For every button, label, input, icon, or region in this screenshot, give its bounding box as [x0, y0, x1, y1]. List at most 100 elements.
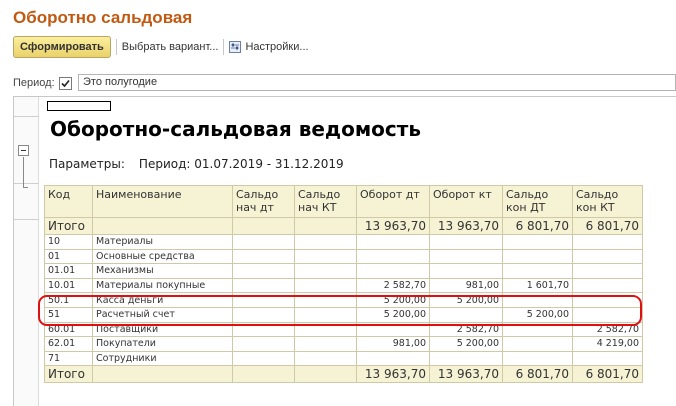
table-cell[interactable]	[232, 336, 295, 352]
table-cell[interactable]: 6 801,70	[572, 217, 643, 235]
table-cell[interactable]: 13 963,70	[356, 365, 430, 384]
column-header: Сальдо нач КТ	[294, 185, 357, 218]
table-cell[interactable]: 13 963,70	[356, 217, 430, 235]
table-cell[interactable]: 13 963,70	[429, 365, 503, 384]
gutter-divider	[14, 219, 39, 220]
table-cell[interactable]	[572, 350, 643, 367]
report-gutter	[14, 97, 39, 406]
table-cell[interactable]	[294, 217, 357, 235]
params-value: Период: 01.07.2019 - 31.12.2019	[138, 157, 344, 171]
table-cell[interactable]: 10.01	[44, 277, 93, 294]
table-cell[interactable]: 5 200,00	[429, 336, 503, 352]
group-line-end	[23, 187, 28, 188]
table-cell[interactable]	[92, 217, 233, 235]
table-cell[interactable]	[232, 277, 295, 294]
collapse-group-button[interactable]	[18, 145, 29, 156]
generate-button[interactable]: Сформировать	[13, 36, 111, 58]
group-line	[23, 157, 24, 187]
table-cell[interactable]: 6 801,70	[502, 217, 573, 235]
settings-button[interactable]: Настройки...	[229, 41, 309, 53]
table-cell[interactable]	[356, 234, 430, 250]
table-cell[interactable]: 1 601,70	[502, 277, 573, 294]
table-cell[interactable]: 10	[44, 234, 93, 250]
table-cell[interactable]: 2 582,70	[356, 277, 430, 294]
table-cell[interactable]	[232, 263, 295, 279]
active-cell-marker	[47, 101, 111, 111]
table-cell[interactable]	[429, 248, 503, 265]
table-cell[interactable]: 01.01	[44, 263, 93, 279]
table-cell[interactable]	[294, 234, 357, 250]
table-cell[interactable]: 71	[44, 350, 93, 367]
table-row: 10.01 Материалы покупные 2 582,70 981,00 1 6…	[44, 277, 643, 294]
table-cell[interactable]: 981,00	[429, 277, 503, 294]
table-cell[interactable]: 981,00	[356, 336, 430, 352]
toolbar-separator	[223, 39, 225, 55]
total-row: Итого 13 963,70 13 963,70 6 801,70 6 801,70	[44, 365, 643, 384]
table-cell[interactable]	[572, 277, 643, 294]
table-cell[interactable]	[232, 248, 295, 265]
table-cell[interactable]	[502, 263, 573, 279]
gutter-divider	[14, 183, 39, 184]
table-cell[interactable]	[356, 248, 430, 265]
report-table: Код Наименование Сальдо нач дт Сальдо на…	[44, 185, 643, 384]
table-cell[interactable]: Механизмы	[92, 263, 233, 279]
table-cell[interactable]	[429, 234, 503, 250]
report-document[interactable]: Оборотно-сальдовая ведомость Параметры: П…	[13, 96, 676, 406]
period-checkbox[interactable]	[58, 76, 72, 90]
table-row: 10 Материалы	[44, 234, 643, 250]
table-cell[interactable]	[294, 263, 357, 279]
table-header-row: Код Наименование Сальдо нач дт Сальдо на…	[44, 185, 643, 218]
table-cell[interactable]	[502, 336, 573, 352]
column-header: Оборот кт	[429, 185, 503, 218]
table-cell[interactable]	[294, 365, 357, 384]
table-cell[interactable]: 6 801,70	[502, 365, 573, 384]
table-cell[interactable]	[502, 234, 573, 250]
table-cell[interactable]	[294, 248, 357, 265]
column-header: Сальдо кон ДТ	[502, 185, 573, 218]
table-cell[interactable]: 01	[44, 248, 93, 265]
table-cell[interactable]	[572, 263, 643, 279]
total-row: Итого 13 963,70 13 963,70 6 801,70 6 801,70	[44, 217, 643, 235]
table-cell[interactable]	[232, 365, 295, 384]
table-cell[interactable]	[429, 350, 503, 367]
period-label: Период:	[13, 77, 55, 89]
column-header: Код	[44, 185, 93, 218]
table-cell[interactable]	[502, 350, 573, 367]
table-cell[interactable]	[294, 336, 357, 352]
table-cell[interactable]	[502, 248, 573, 265]
window-title: Оборотно сальдовая	[13, 8, 193, 27]
table-cell[interactable]: Покупатели	[92, 336, 233, 352]
table-cell[interactable]	[572, 248, 643, 265]
table-cell[interactable]: Итого	[44, 217, 93, 235]
column-header: Оборот дт	[356, 185, 430, 218]
table-cell[interactable]	[232, 350, 295, 367]
table-cell[interactable]	[92, 365, 233, 384]
table-cell[interactable]: 13 963,70	[429, 217, 503, 235]
table-cell[interactable]: Сотрудники	[92, 350, 233, 367]
table-cell[interactable]	[294, 277, 357, 294]
toolbar: Сформировать Выбрать вариант... Настройк…	[13, 36, 309, 58]
table-cell[interactable]	[429, 263, 503, 279]
table-cell[interactable]: Итого	[44, 365, 93, 384]
table-cell[interactable]: 62.01	[44, 336, 93, 352]
table-cell[interactable]	[232, 234, 295, 250]
table-cell[interactable]	[356, 350, 430, 367]
report-title: Оборотно-сальдовая ведомость	[50, 117, 422, 141]
settings-icon	[229, 41, 242, 53]
table-cell[interactable]: 4 219,00	[572, 336, 643, 352]
toolbar-separator	[115, 39, 117, 55]
table-row: 71 Сотрудники	[44, 350, 643, 367]
table-cell[interactable]	[356, 263, 430, 279]
table-cell[interactable]: Материалы покупные	[92, 277, 233, 294]
table-cell[interactable]	[294, 350, 357, 367]
choose-variant-button[interactable]: Выбрать вариант...	[122, 41, 219, 53]
period-row: Период: Это полугодие	[13, 74, 676, 91]
params-label: Параметры:	[49, 157, 125, 171]
table-cell[interactable]	[232, 217, 295, 235]
table-cell[interactable]: 6 801,70	[572, 365, 643, 384]
table-cell[interactable]: Основные средства	[92, 248, 233, 265]
period-select[interactable]: Это полугодие	[78, 74, 676, 91]
table-cell[interactable]: Материалы	[92, 234, 233, 250]
table-cell[interactable]	[572, 234, 643, 250]
column-header: Наименование	[92, 185, 233, 218]
